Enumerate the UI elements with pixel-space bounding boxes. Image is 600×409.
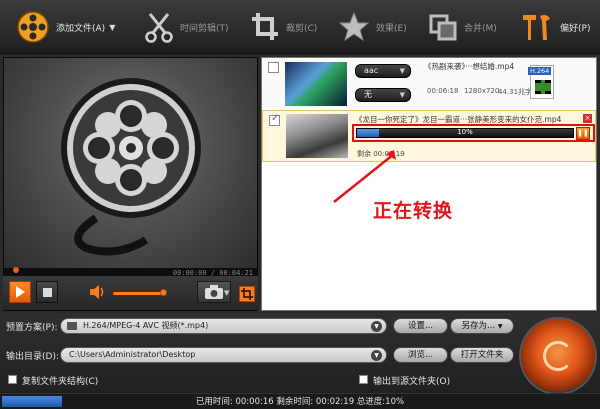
scissors-icon xyxy=(145,13,173,43)
video-preview: 00:00:00 / 00:04:21 xyxy=(3,57,258,311)
effect-button[interactable]: 效果(E) xyxy=(338,0,407,54)
chevron-down-icon: ▼ xyxy=(497,323,503,330)
file-checkbox[interactable] xyxy=(269,113,280,126)
film-reel-icon xyxy=(17,11,49,43)
output-to-source-checkbox[interactable] xyxy=(359,375,368,384)
tools-icon xyxy=(523,15,550,40)
audio-track-value: aac xyxy=(364,66,379,75)
volume-icon[interactable] xyxy=(90,285,106,299)
crop-label: 裁剪(C) xyxy=(286,23,318,34)
preferences-label: 偏好(P) xyxy=(560,23,591,34)
snapshot-dropdown-icon[interactable]: ▼ xyxy=(224,289,229,297)
video-format-icon xyxy=(67,322,77,330)
chevron-down-icon: ▼ xyxy=(371,321,382,332)
crop-button[interactable]: 裁剪(C) xyxy=(250,0,317,54)
video-thumbnail xyxy=(285,62,347,106)
film-strip-icon xyxy=(535,80,551,94)
play-icon xyxy=(16,286,25,298)
camera-icon xyxy=(205,285,223,299)
merge-button[interactable]: 合并(M) xyxy=(428,0,497,54)
file-row-converting[interactable]: 《龙目一你死定了》龙目一霸道···张静美形变来的女仆范.mp4 × 10% ❚❚… xyxy=(262,110,596,162)
preset-label: 预置方案(P): xyxy=(6,323,58,333)
preferences-button[interactable]: 偏好(P) xyxy=(520,0,590,54)
status-text: 已用时间: 00:00:16 剩余时间: 00:02:19 总进度:10% xyxy=(195,397,405,407)
preview-area xyxy=(4,58,257,268)
add-file-button[interactable]: 添加文件(A) ▼ xyxy=(16,0,115,54)
volume-slider[interactable] xyxy=(113,292,163,295)
progress-label: 10% xyxy=(457,128,473,136)
preset-value: H.264/MPEG-4 AVC 视频(*.mp4) xyxy=(83,321,209,330)
effect-label: 效果(E) xyxy=(376,23,407,34)
trim-button[interactable]: 时间剪辑(T) xyxy=(144,0,229,54)
crop-preview-button[interactable] xyxy=(239,286,255,302)
star-icon xyxy=(338,11,370,42)
output-path: C:\Users\Administrator\Desktop xyxy=(69,350,196,359)
output-label: 输出目录(D): xyxy=(6,352,59,362)
convert-button[interactable] xyxy=(519,317,597,395)
convert-spinner-icon xyxy=(543,341,573,371)
output-directory-field[interactable]: C:\Users\Administrator\Desktop ▼ xyxy=(60,347,387,363)
file-duration: 00:06:18 xyxy=(427,87,459,95)
chevron-down-icon: ▼ xyxy=(399,67,405,75)
pause-button[interactable]: ❚❚ xyxy=(576,127,590,140)
open-folder-button[interactable]: 打开文件夹 xyxy=(450,347,514,363)
file-list: aac ▼ 无 ▼ 《热剧来袭》···想结婚.mp4 00:06:18 1280x7… xyxy=(261,57,597,311)
copy-structure-checkbox[interactable] xyxy=(8,375,17,384)
merge-icon xyxy=(429,14,457,41)
chevron-down-icon: ▼ xyxy=(399,91,405,99)
annotation-text: 正在转换 xyxy=(373,200,454,222)
subtitle-value: 无 xyxy=(364,90,372,99)
merge-label: 合并(M) xyxy=(464,23,497,34)
toolbar: 添加文件(A) ▼ 时间剪辑(T) 裁剪(C) 效果(E) 合并(M) 偏好(P… xyxy=(0,0,600,54)
settings-button[interactable]: 设置... xyxy=(393,318,448,334)
crop-icon xyxy=(252,13,278,40)
browse-button[interactable]: 浏览... xyxy=(393,347,448,363)
pause-icon: ❚❚ xyxy=(577,129,589,137)
stop-icon xyxy=(42,287,52,297)
copy-structure-label: 复制文件夹结构(C) xyxy=(22,377,99,387)
save-as-label: 另存为... xyxy=(461,321,496,331)
file-name: 《热剧来袭》···想结婚.mp4 xyxy=(424,62,515,71)
stop-button[interactable] xyxy=(36,281,58,303)
output-format-icon[interactable]: H.264 xyxy=(528,65,554,99)
subtitle-select[interactable]: 无 ▼ xyxy=(355,88,411,102)
conversion-progress-bar: 10% xyxy=(356,128,574,138)
seek-handle[interactable] xyxy=(13,267,19,273)
file-resolution: 1280x720 xyxy=(464,87,500,95)
save-as-button[interactable]: 另存为... ▼ xyxy=(450,318,514,334)
chevron-down-icon: ▼ xyxy=(371,350,382,361)
crop-icon xyxy=(241,288,253,300)
preset-select[interactable]: H.264/MPEG-4 AVC 视频(*.mp4) ▼ xyxy=(60,318,387,334)
close-icon[interactable]: × xyxy=(583,114,592,123)
file-checkbox[interactable] xyxy=(268,62,279,73)
play-button[interactable] xyxy=(9,281,31,303)
volume-handle[interactable] xyxy=(160,289,167,296)
file-row[interactable]: aac ▼ 无 ▼ 《热剧来袭》···想结婚.mp4 00:06:18 1280x7… xyxy=(262,58,596,108)
chevron-down-icon[interactable]: ▼ xyxy=(109,23,115,32)
player-controls: ▼ xyxy=(3,276,258,310)
output-to-source-label: 输出到源文件夹(O) xyxy=(373,377,451,387)
trim-label: 时间剪辑(T) xyxy=(180,23,229,34)
status-bar: 已用时间: 00:00:16 剩余时间: 00:02:19 总进度:10% xyxy=(0,393,600,409)
audio-track-select[interactable]: aac ▼ xyxy=(355,64,411,78)
film-reel-icon xyxy=(61,78,201,256)
format-badge: H.264 xyxy=(528,67,552,75)
add-file-label: 添加文件(A) xyxy=(56,23,106,34)
